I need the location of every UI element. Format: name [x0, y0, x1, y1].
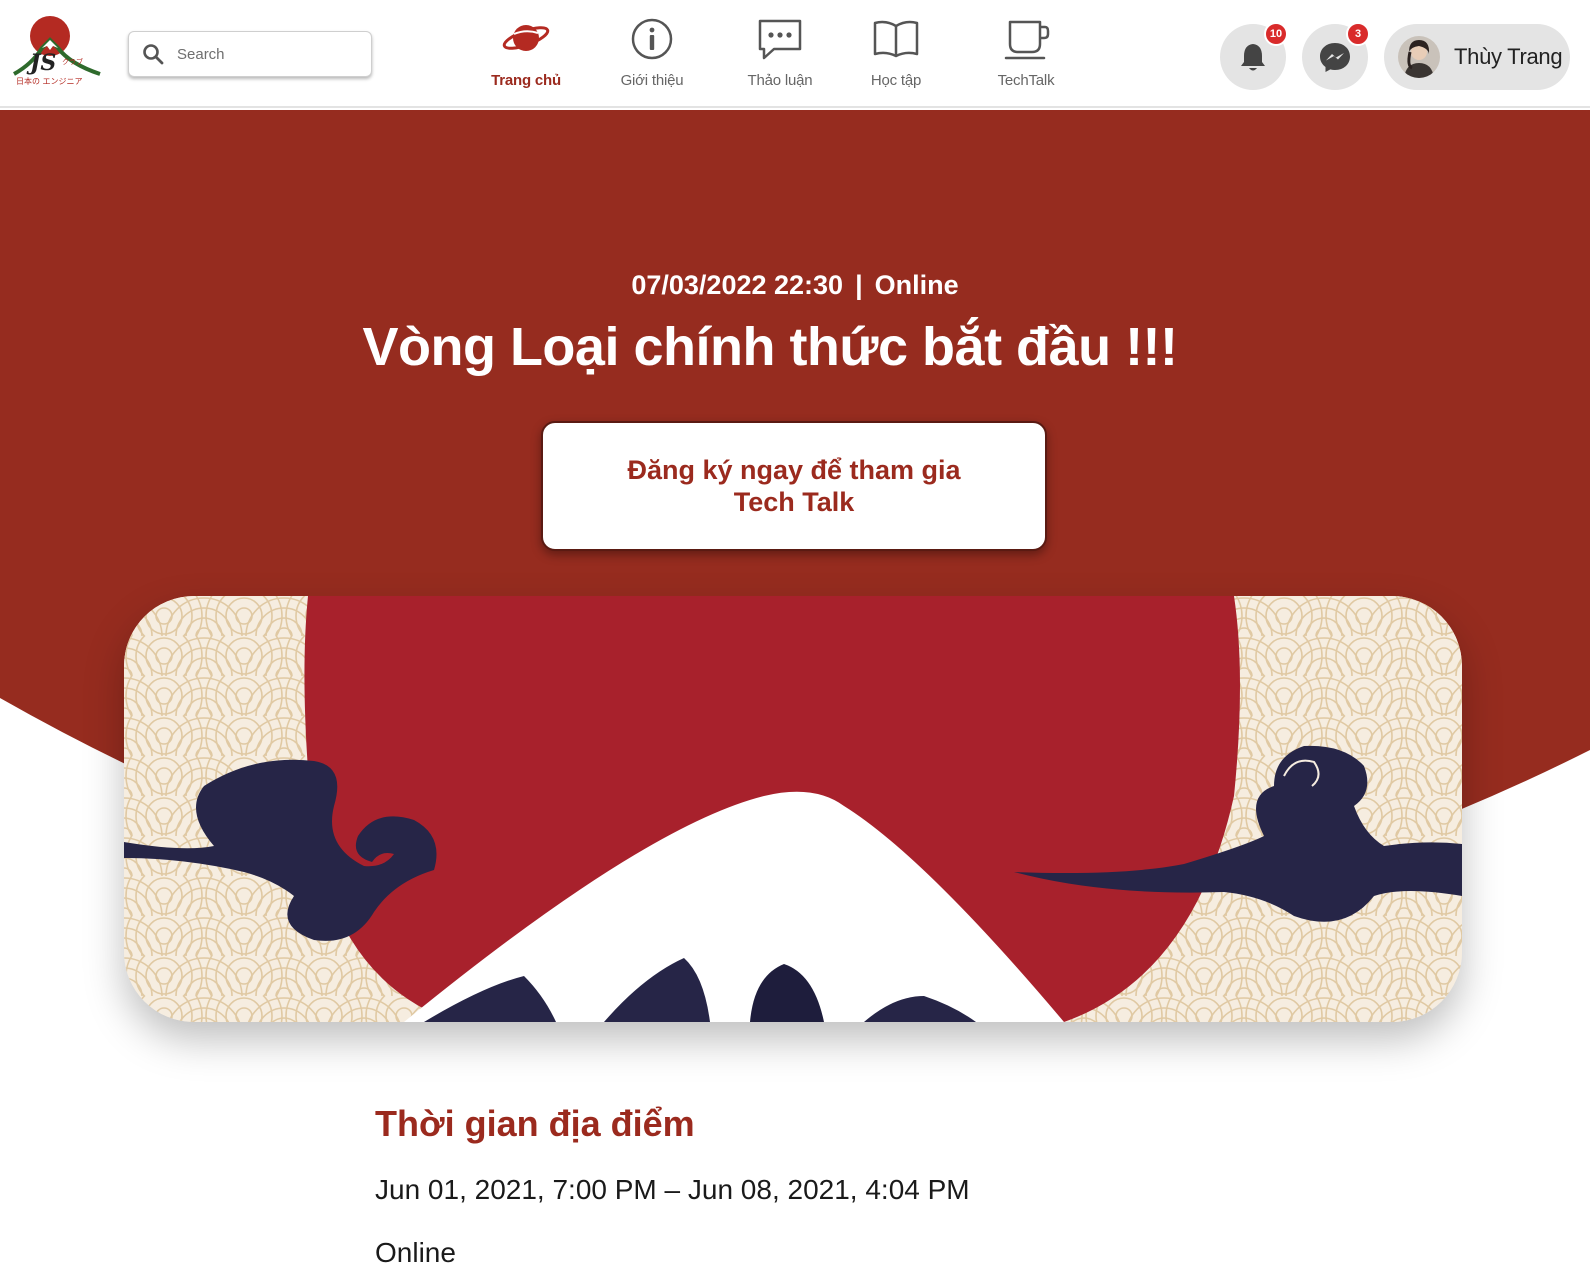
user-name: Thùy Trang	[1454, 44, 1563, 69]
time-location-heading: Thời gian địa điểm	[375, 1103, 695, 1144]
register-button[interactable]: Đăng ký ngay để tham gia Tech Talk	[541, 421, 1047, 551]
search-box[interactable]	[128, 31, 372, 77]
event-place: Online	[375, 1237, 456, 1268]
mount-fuji-illustration	[124, 596, 1462, 1022]
user-profile-button[interactable]: Thùy Trang	[1384, 24, 1570, 90]
logo-text-sub: 日本の エンジニア	[16, 76, 83, 86]
nav-label: Thảo luận	[747, 72, 813, 89]
event-title: Vòng Loại chính thức bắt đầu !!!	[362, 317, 1178, 377]
nav-label: Học tập	[870, 72, 922, 89]
nav-discussion[interactable]: Thảo luận	[742, 16, 818, 96]
logo-text-main: JS	[26, 50, 56, 76]
event-meta: 07/03/2022 22:30 | Online	[0, 270, 1590, 301]
nav-label: Giới thiệu	[620, 72, 684, 89]
planet-icon	[502, 25, 550, 51]
avatar	[1398, 36, 1440, 78]
js-club-logo-icon: JS クラブ 日本の エンジニア	[13, 16, 101, 86]
top-navbar: JS クラブ 日本の エンジニア Trang chủ Giới thiệu	[0, 0, 1590, 108]
event-datetime: 07/03/2022 22:30	[631, 270, 844, 300]
site-logo[interactable]: JS クラブ 日本の エンジニア	[8, 12, 104, 88]
cup-icon	[1004, 20, 1050, 60]
notifications-count-badge: 10	[1264, 22, 1288, 46]
chat-bubble-icon	[758, 19, 802, 60]
meta-separator: |	[855, 270, 863, 300]
nav-about[interactable]: Giới thiệu	[616, 16, 688, 96]
info-icon	[631, 18, 673, 60]
bell-icon	[1241, 44, 1265, 71]
messages-button[interactable]: 3	[1302, 22, 1370, 90]
logo-text-small: クラブ	[62, 57, 83, 66]
nav-learning[interactable]: Học tập	[866, 16, 926, 96]
search-icon	[143, 44, 164, 65]
nav-techtalk[interactable]: TechTalk	[992, 16, 1060, 96]
nav-label: TechTalk	[997, 72, 1055, 89]
search-input[interactable]	[177, 45, 357, 63]
event-banner	[124, 596, 1462, 1022]
event-time-range: Jun 01, 2021, 7:00 PM – Jun 08, 2021, 4:…	[375, 1174, 970, 1205]
book-icon	[873, 20, 919, 58]
register-button-label: Đăng ký ngay để tham gia Tech Talk	[627, 455, 961, 517]
messages-count-badge: 3	[1346, 22, 1370, 46]
event-location: Online	[874, 270, 959, 300]
notifications-button[interactable]: 10	[1220, 22, 1288, 90]
messenger-icon	[1320, 43, 1350, 72]
nav-home[interactable]: Trang chủ	[491, 16, 561, 96]
nav-label: Trang chủ	[491, 72, 561, 89]
